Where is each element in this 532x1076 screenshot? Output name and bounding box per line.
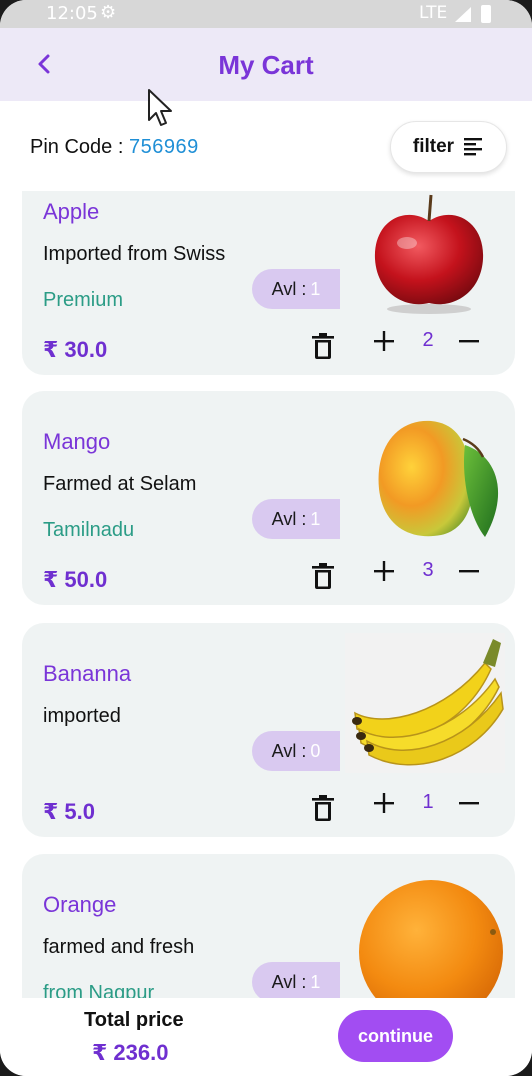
minus-icon xyxy=(459,340,479,343)
availability-badge: Avl : 0 xyxy=(252,731,340,771)
increase-quantity-button[interactable] xyxy=(372,559,396,583)
network-type: LTE xyxy=(419,3,448,23)
decrease-quantity-button[interactable] xyxy=(457,559,481,583)
item-description: Farmed at Selam xyxy=(43,473,197,495)
item-price: ₹ 30.0 xyxy=(43,337,108,362)
item-name: Orange xyxy=(43,892,117,917)
signal-icon xyxy=(455,7,471,22)
page-title: My Cart xyxy=(218,50,314,80)
phone-screen: 12:05 ⚙ LTE My Cart Pin Code : 756969 fi… xyxy=(0,0,532,1076)
orange-image xyxy=(359,880,503,999)
item-quantity: 3 xyxy=(422,559,434,581)
availability-label: Avl : xyxy=(271,740,307,761)
trash-icon xyxy=(312,333,334,359)
item-origin: Tamilnadu xyxy=(43,519,135,541)
item-quantity: 1 xyxy=(422,791,434,813)
filter-button[interactable]: filter xyxy=(390,121,507,173)
item-price: ₹ 5.0 xyxy=(43,799,96,824)
checkout-bar: Total price ₹ 236.0 continue xyxy=(0,998,532,1076)
delete-button[interactable] xyxy=(312,333,334,359)
increase-quantity-button[interactable] xyxy=(372,791,396,815)
pin-code-label: Pin Code : 756969 xyxy=(30,136,199,159)
delete-button[interactable] xyxy=(312,795,334,821)
plus-icon xyxy=(374,793,394,813)
item-description: imported xyxy=(43,705,121,727)
decrease-quantity-button[interactable] xyxy=(457,329,481,353)
pin-code-row: Pin Code : 756969 filter xyxy=(0,101,532,191)
plus-icon xyxy=(374,331,394,351)
item-name: Mango xyxy=(43,429,111,454)
gear-icon: ⚙ xyxy=(100,2,117,22)
mango-image xyxy=(378,420,499,537)
decrease-quantity-button[interactable] xyxy=(457,791,481,815)
item-description: Imported from Swiss xyxy=(43,243,226,265)
availability-label: Avl : xyxy=(271,971,307,992)
pin-code-value[interactable]: 756969 xyxy=(129,136,199,158)
item-origin: Premium xyxy=(43,289,124,311)
trash-icon xyxy=(312,563,334,589)
continue-button[interactable]: continue xyxy=(338,1010,453,1062)
availability-count: 1 xyxy=(310,971,321,992)
cart-item: Mango Farmed at Selam Tamilnadu Avl : 1 … xyxy=(22,391,515,605)
availability-count: 1 xyxy=(310,508,321,529)
item-name: Apple xyxy=(43,199,100,224)
app-bar: My Cart xyxy=(0,28,532,101)
pin-code-label-text: Pin Code : xyxy=(30,136,129,158)
availability-badge: Avl : 1 xyxy=(252,962,340,999)
increase-quantity-button[interactable] xyxy=(372,329,396,353)
item-quantity: 2 xyxy=(422,329,434,351)
total-price-label: Total price xyxy=(84,1009,184,1031)
filter-label: filter xyxy=(412,136,455,157)
availability-badge: Avl : 1 xyxy=(252,499,340,539)
availability-count: 1 xyxy=(310,278,321,299)
minus-icon xyxy=(459,570,479,573)
cart-item: Orange farmed and fresh from Nagpur Avl … xyxy=(22,854,515,999)
plus-icon xyxy=(374,561,394,581)
banana-image xyxy=(345,633,505,773)
availability-count: 0 xyxy=(310,740,321,761)
availability-badge: Avl : 1 xyxy=(252,269,340,309)
status-bar: 12:05 ⚙ LTE xyxy=(0,0,532,28)
total-price-value: ₹ 236.0 xyxy=(92,1040,169,1065)
trash-icon xyxy=(312,795,334,821)
mouse-cursor-icon xyxy=(148,89,172,126)
cart-list[interactable]: Apple Imported from Swiss Premium Avl : … xyxy=(0,191,532,999)
item-description: farmed and fresh xyxy=(43,936,195,958)
item-origin: from Nagpur xyxy=(43,982,155,999)
minus-icon xyxy=(459,802,479,805)
cart-item: Bananna imported Avl : 0 ₹ 5.0 1 xyxy=(22,623,515,837)
delete-button[interactable] xyxy=(312,563,334,589)
sort-lines-icon xyxy=(464,138,483,156)
availability-label: Avl : xyxy=(271,278,307,299)
status-time: 12:05 xyxy=(46,3,98,24)
item-name: Bananna xyxy=(43,661,132,686)
item-price: ₹ 50.0 xyxy=(43,567,108,592)
apple-image xyxy=(374,194,484,314)
battery-icon xyxy=(481,5,491,23)
cart-item: Apple Imported from Swiss Premium Avl : … xyxy=(22,191,515,375)
availability-label: Avl : xyxy=(271,508,307,529)
